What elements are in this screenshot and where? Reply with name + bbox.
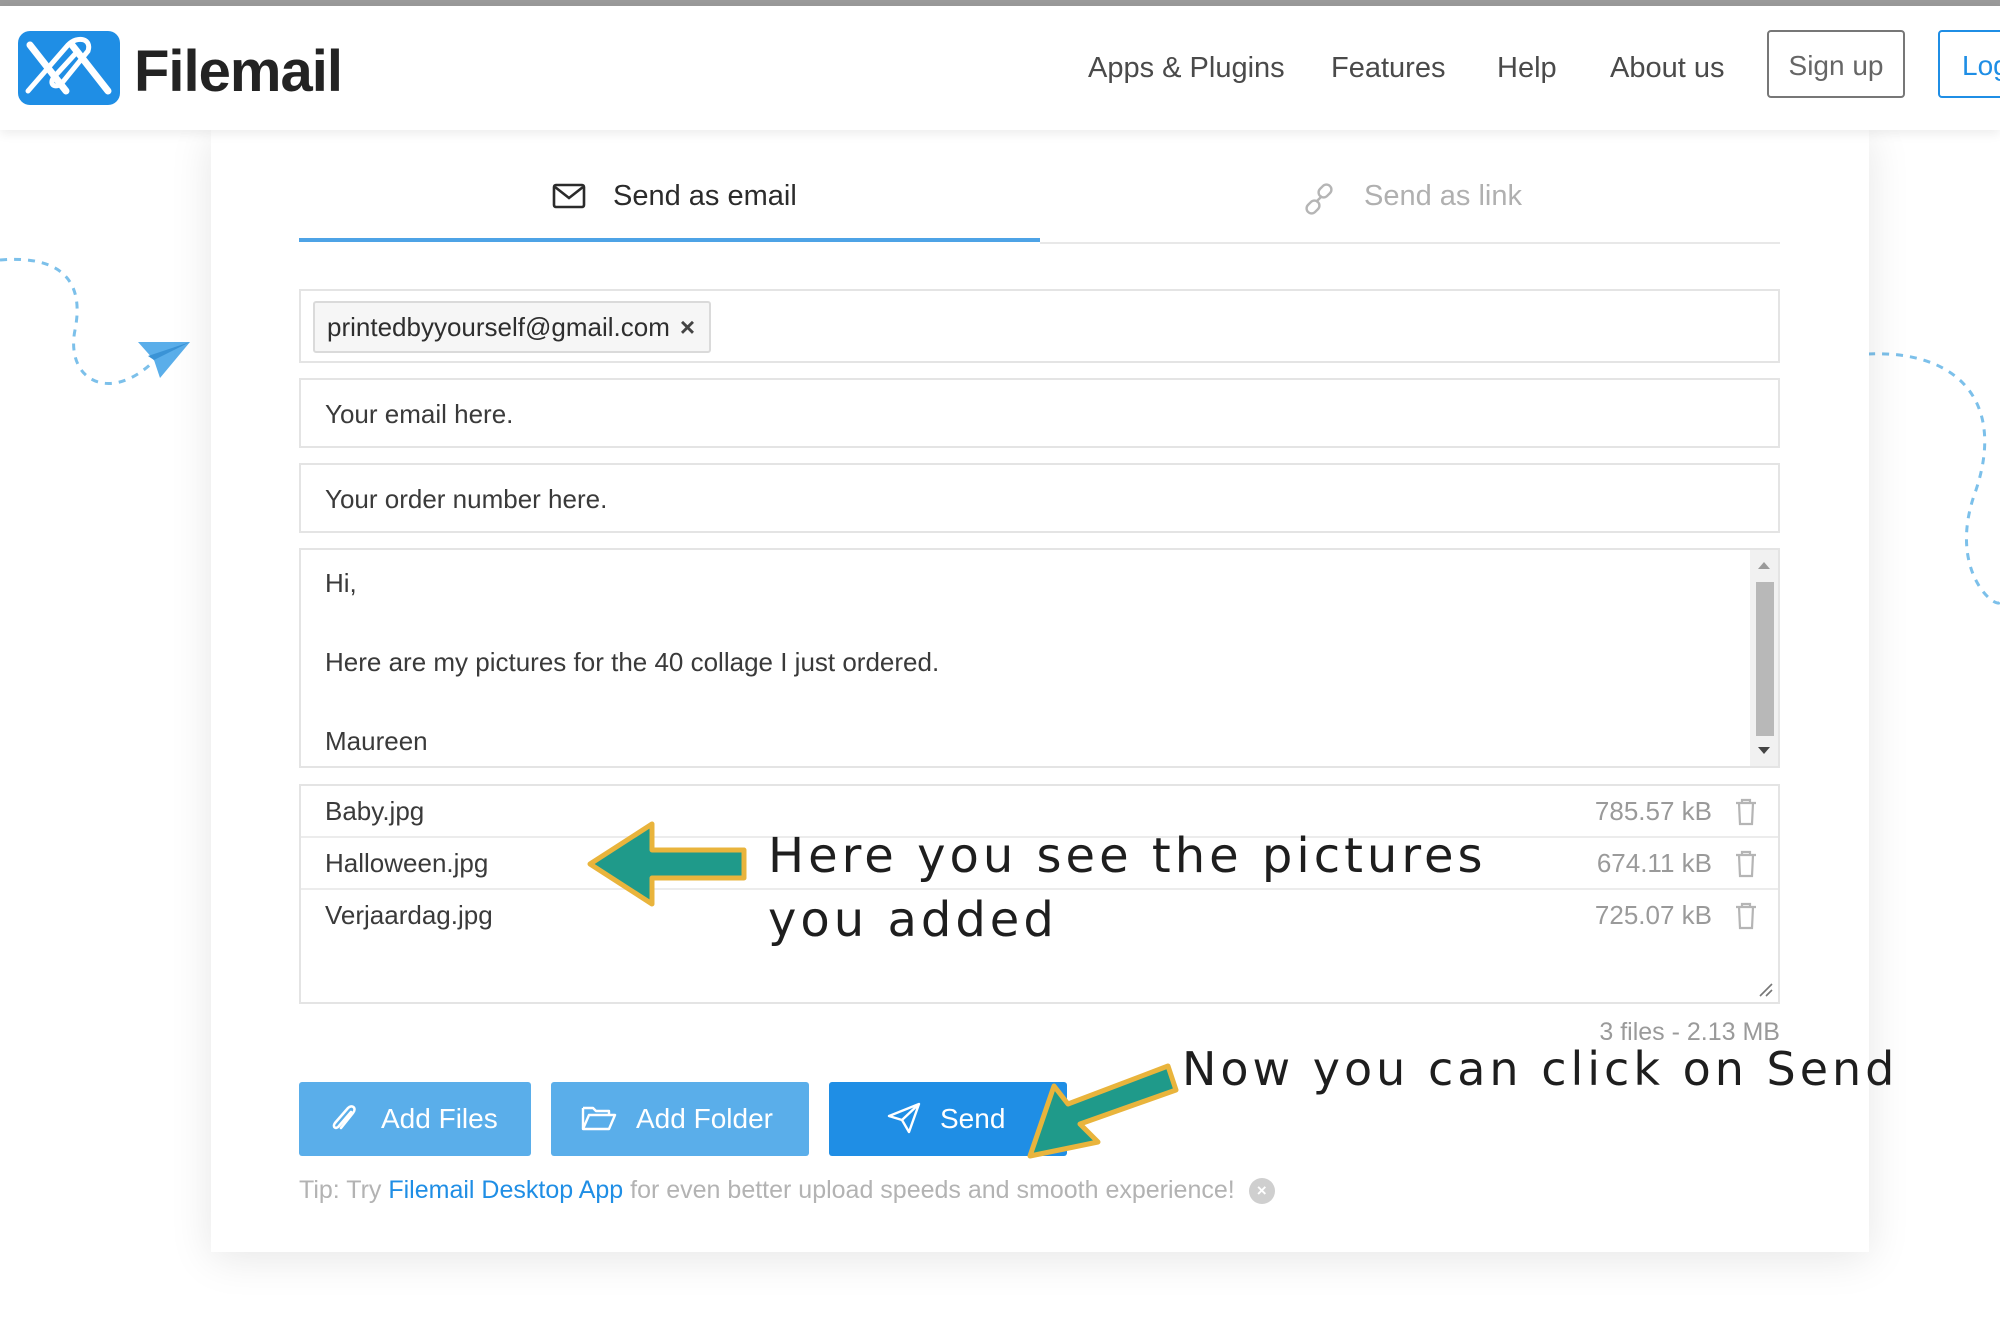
nav-apps-plugins[interactable]: Apps & Plugins bbox=[1088, 52, 1285, 85]
file-size: 674.11 kB bbox=[1596, 848, 1712, 878]
order-number-input[interactable]: Your order number here. bbox=[299, 463, 1780, 533]
logo-text[interactable]: Filemail bbox=[134, 38, 343, 105]
tab-divider bbox=[1040, 242, 1780, 244]
paper-plane-icon bbox=[887, 1102, 921, 1134]
trash-icon[interactable] bbox=[1734, 850, 1758, 878]
file-name: Baby.jpg bbox=[325, 796, 425, 826]
add-folder-label: Add Folder bbox=[636, 1103, 773, 1134]
link-icon bbox=[1305, 183, 1333, 215]
remove-recipient-icon[interactable]: × bbox=[680, 312, 695, 342]
message-line: Maureen bbox=[325, 726, 428, 756]
trash-icon[interactable] bbox=[1734, 902, 1758, 930]
add-folder-button[interactable]: Add Folder bbox=[551, 1082, 809, 1156]
nav-help[interactable]: Help bbox=[1497, 52, 1557, 85]
message-scrollbar[interactable] bbox=[1750, 550, 1778, 766]
file-name: Verjaardag.jpg bbox=[325, 900, 493, 930]
file-size: 725.07 kB bbox=[1594, 900, 1712, 930]
close-tip-icon[interactable]: × bbox=[1248, 1178, 1275, 1204]
envelope-icon bbox=[552, 183, 586, 209]
sender-email-input[interactable]: Your email here. bbox=[299, 378, 1780, 448]
tip-prefix: Tip: Try bbox=[299, 1176, 389, 1204]
sender-email-value: Your email here. bbox=[325, 399, 514, 429]
scroll-up-icon[interactable] bbox=[1757, 560, 1771, 570]
message-line: Hi, bbox=[325, 568, 357, 598]
add-files-label: Add Files bbox=[381, 1103, 498, 1134]
login-button[interactable]: Log bbox=[1938, 30, 2000, 98]
desktop-app-tip: Tip: Try Filemail Desktop App for even b… bbox=[299, 1176, 1275, 1205]
dashed-curve-decoration bbox=[1867, 352, 2000, 605]
trash-icon[interactable] bbox=[1734, 798, 1758, 826]
message-textarea[interactable]: Hi, Here are my pictures for the 40 coll… bbox=[299, 548, 1780, 768]
tip-suffix: for even better upload speeds and smooth… bbox=[623, 1176, 1235, 1204]
nav-features[interactable]: Features bbox=[1331, 52, 1445, 85]
message-line: Here are my pictures for the 40 collage … bbox=[325, 647, 940, 677]
recipient-chip[interactable]: printedbyyourself@gmail.com × bbox=[313, 301, 712, 353]
paper-plane-decoration bbox=[0, 257, 190, 385]
nav-about-us[interactable]: About us bbox=[1610, 52, 1724, 85]
annotation-arrow-send bbox=[1027, 1063, 1179, 1159]
tab-send-as-email[interactable]: Send as email bbox=[613, 180, 797, 213]
recipient-chip-text: printedbyyourself@gmail.com bbox=[327, 312, 670, 342]
order-number-value: Your order number here. bbox=[325, 484, 608, 514]
scroll-down-icon[interactable] bbox=[1757, 746, 1771, 756]
active-tab-indicator bbox=[299, 238, 1040, 242]
annotation-pictures-line2: you added bbox=[768, 892, 1058, 948]
add-files-button[interactable]: Add Files bbox=[299, 1082, 531, 1156]
annotation-pictures-line1: Here you see the pictures bbox=[768, 828, 1487, 884]
recipient-field[interactable]: printedbyyourself@gmail.com × bbox=[299, 289, 1780, 363]
sign-up-button[interactable]: Sign up bbox=[1767, 30, 1905, 98]
paperclip-icon bbox=[332, 1105, 356, 1130]
file-name: Halloween.jpg bbox=[325, 848, 489, 878]
site-header: Filemail Apps & Plugins Features Help Ab… bbox=[0, 6, 2000, 130]
tab-send-as-link[interactable]: Send as link bbox=[1364, 180, 1522, 213]
file-size: 785.57 kB bbox=[1594, 796, 1712, 826]
desktop-app-link[interactable]: Filemail Desktop App bbox=[388, 1176, 623, 1204]
annotation-send-note: Now you can click on Send bbox=[1182, 1042, 1899, 1096]
resize-handle-icon[interactable] bbox=[1756, 980, 1774, 998]
folder-icon bbox=[581, 1106, 617, 1131]
send-label: Send bbox=[940, 1103, 1006, 1134]
filemail-logo-icon[interactable] bbox=[18, 31, 120, 105]
annotation-arrow-left bbox=[587, 821, 747, 907]
scrollbar-thumb[interactable] bbox=[1756, 582, 1774, 736]
